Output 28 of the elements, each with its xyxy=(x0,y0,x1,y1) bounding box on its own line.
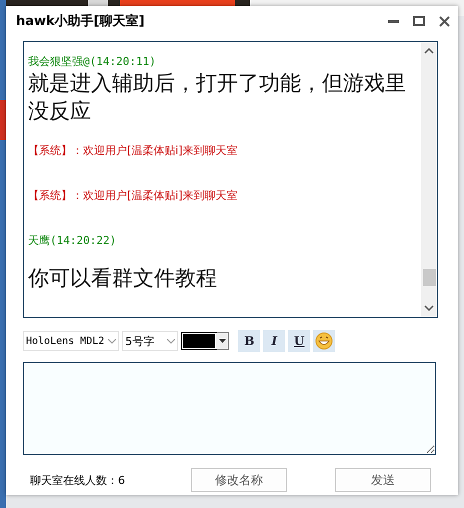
system-message: 【系统】：欢迎用户[温柔体贴i]来到聊天室 xyxy=(28,143,239,158)
window-title: hawk小助手[聊天室] xyxy=(16,12,146,30)
dropdown-arrow-icon[interactable] xyxy=(218,339,226,343)
online-count: 聊天室在线人数：6 xyxy=(30,472,126,488)
scrollbar[interactable] xyxy=(421,42,437,317)
scroll-up-icon[interactable] xyxy=(424,48,434,54)
scroll-down-icon[interactable] xyxy=(424,305,434,311)
color-picker[interactable] xyxy=(181,332,230,350)
sender-label: 天鹰(14:20:22) xyxy=(28,233,118,248)
rename-button[interactable]: 修改名称 xyxy=(191,468,287,492)
message-text: 你可以看群文件教程 xyxy=(28,265,218,292)
sender-label: 我会狠坚强@(14:20:11) xyxy=(28,54,157,69)
maximize-icon[interactable] xyxy=(413,16,425,26)
message-text: 就是进入辅助后，打开了功能，但游戏里没反应 xyxy=(28,70,407,125)
chevron-down-icon[interactable] xyxy=(167,338,176,344)
send-button[interactable]: 发送 xyxy=(335,468,431,492)
emoji-button[interactable] xyxy=(313,330,336,352)
scroll-thumb[interactable] xyxy=(423,269,436,286)
underline-button[interactable]: U xyxy=(288,330,310,352)
size-select[interactable]: 5号字 xyxy=(122,331,178,351)
bold-button[interactable]: B xyxy=(238,330,260,352)
minimize-icon[interactable] xyxy=(388,20,399,22)
system-message: 【系统】：欢迎用户[温柔体贴i]来到聊天室 xyxy=(28,188,239,203)
message-input[interactable] xyxy=(23,362,436,455)
close-icon[interactable] xyxy=(439,16,450,26)
chevron-down-icon[interactable] xyxy=(108,338,116,344)
font-select[interactable]: HoloLens MDL2 xyxy=(23,331,120,351)
italic-button[interactable]: I xyxy=(263,330,286,352)
